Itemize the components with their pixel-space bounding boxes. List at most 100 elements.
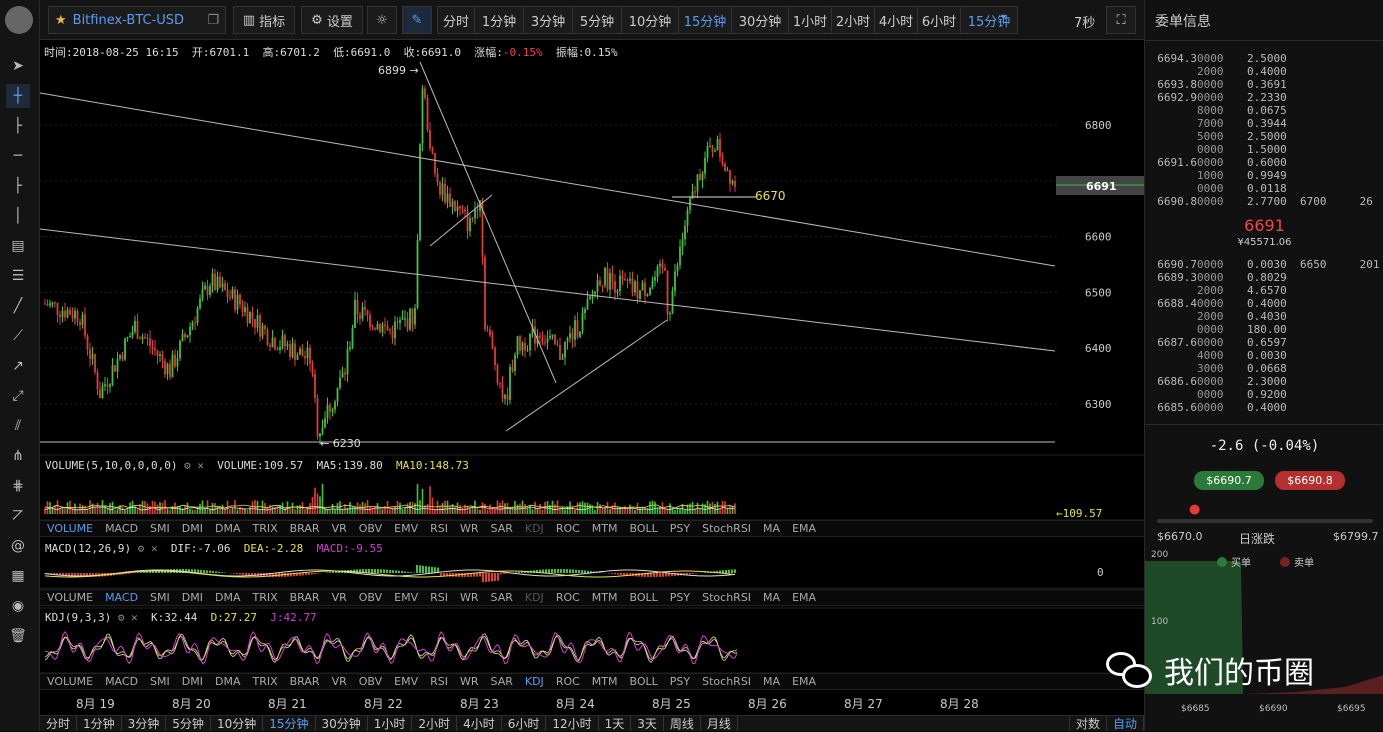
- orderbook-row[interactable]: 0000 180.00: [1155, 323, 1287, 336]
- indicator-tab-trix[interactable]: TRIX: [252, 591, 277, 604]
- orderbook-row[interactable]: 6692.90000 2.2330: [1155, 91, 1287, 104]
- orderbook-row[interactable]: 6694.30000 2.5000: [1155, 52, 1287, 65]
- orderbook-row[interactable]: 0000 1.5000: [1155, 143, 1287, 156]
- indicator-tab-trix[interactable]: TRIX: [252, 522, 277, 535]
- trash-icon[interactable]: 🗑: [6, 624, 30, 648]
- indicator-tab-brar[interactable]: BRAR: [290, 675, 320, 688]
- price-tool-icon[interactable]: ▤: [6, 234, 30, 258]
- orderbook-row[interactable]: 7000 0.3944: [1155, 117, 1287, 130]
- orderbook-row[interactable]: 6686.60000 2.3000: [1155, 375, 1287, 388]
- period-4[interactable]: 10分钟: [621, 6, 679, 34]
- indicator-button[interactable]: ▥ 指标: [233, 6, 295, 34]
- period-2[interactable]: 3分钟: [523, 6, 573, 34]
- indicator-tab-smi[interactable]: SMI: [150, 591, 170, 604]
- fan-icon[interactable]: ⦢: [6, 504, 30, 528]
- pitchfork-icon[interactable]: ⋔: [6, 444, 30, 468]
- pair-selector[interactable]: ★ Bitfinex-BTC-USD ❐: [48, 6, 226, 34]
- indicator-tab-trix[interactable]: TRIX: [252, 675, 277, 688]
- period-0[interactable]: 分时: [437, 6, 475, 34]
- bottom-period-15[interactable]: 月线: [701, 716, 738, 731]
- period-7[interactable]: 1小时: [788, 6, 832, 34]
- indicator-tab-mtm[interactable]: MTM: [592, 675, 618, 688]
- orderbook-row[interactable]: 6688.40000 0.4000: [1155, 297, 1287, 310]
- segment-icon[interactable]: ⟋: [6, 324, 30, 348]
- macd-settings-icon[interactable]: ⚙: [138, 542, 145, 555]
- indicator-tab-psy[interactable]: PSY: [670, 675, 690, 688]
- indicator-tab-psy[interactable]: PSY: [670, 591, 690, 604]
- bottom-period-13[interactable]: 3天: [631, 716, 664, 731]
- bottom-period-4[interactable]: 10分钟: [211, 716, 264, 731]
- vline-tool-icon[interactable]: │: [6, 204, 30, 228]
- period-11[interactable]: 15分钟: [960, 6, 1018, 34]
- indicator-tab-boll[interactable]: BOLL: [630, 522, 658, 535]
- indicator-tab-obv[interactable]: OBV: [359, 522, 382, 535]
- indicator-tab-volume[interactable]: VOLUME: [47, 522, 93, 535]
- indicator-tab-rsi[interactable]: RSI: [430, 591, 448, 604]
- volume-close-icon[interactable]: ✕: [197, 459, 204, 472]
- indicator-tab-vr[interactable]: VR: [332, 675, 347, 688]
- gann-icon[interactable]: ⋕: [6, 474, 30, 498]
- orderbook-row[interactable]: 6691.60000 0.6000: [1155, 156, 1287, 169]
- bottom-period-8[interactable]: 2小时: [412, 716, 458, 731]
- orderbook-row[interactable]: 6687.60000 0.6597: [1155, 336, 1287, 349]
- channel-icon[interactable]: ⫽: [6, 414, 30, 438]
- indicator-tab-emv[interactable]: EMV: [394, 591, 418, 604]
- hray-tool-icon[interactable]: ├: [6, 174, 30, 198]
- orderbook-row[interactable]: 6689.30000 0.8029: [1155, 271, 1287, 284]
- indicator-tab-sar[interactable]: SAR: [491, 522, 513, 535]
- indicator-tab-stochrsi[interactable]: StochRSI: [702, 591, 751, 604]
- bottom-period-1[interactable]: 1分钟: [77, 716, 122, 731]
- indicator-tab-ema[interactable]: EMA: [792, 522, 816, 535]
- period-8[interactable]: 2小时: [831, 6, 875, 34]
- buy-price-button[interactable]: $6690.7: [1194, 471, 1264, 490]
- bottom-period-12[interactable]: 1天: [599, 716, 632, 731]
- kdj-close-icon[interactable]: ✕: [131, 611, 138, 624]
- indicator-tab-mtm[interactable]: MTM: [592, 522, 618, 535]
- theme-button[interactable]: ☼: [367, 6, 397, 34]
- ray-tool-icon[interactable]: ├: [6, 114, 30, 138]
- bottom-period-9[interactable]: 4小时: [457, 716, 502, 731]
- orderbook-row[interactable]: 0000 0.9200: [1155, 388, 1287, 401]
- indicator-tab-ma[interactable]: MA: [763, 522, 780, 535]
- orderbook-row[interactable]: 6690.80000 2.7700: [1155, 195, 1287, 208]
- arrow-line-icon[interactable]: ↗: [6, 354, 30, 378]
- indicator-tab-ma[interactable]: MA: [763, 675, 780, 688]
- indicator-tab-ma[interactable]: MA: [763, 591, 780, 604]
- draw-button[interactable]: ✎: [402, 6, 432, 34]
- indicator-tab-obv[interactable]: OBV: [359, 675, 382, 688]
- bottom-period-14[interactable]: 周线: [664, 716, 701, 731]
- bottom-period-2[interactable]: 3分钟: [122, 716, 167, 731]
- settings-button[interactable]: ⚙ 设置: [301, 6, 363, 34]
- indicator-tab-volume[interactable]: VOLUME: [47, 591, 93, 604]
- indicator-tab-roc[interactable]: ROC: [556, 675, 580, 688]
- bottom-period-5[interactable]: 15分钟: [263, 716, 316, 731]
- period-3[interactable]: 5分钟: [572, 6, 622, 34]
- trendline-icon[interactable]: ╱: [6, 294, 30, 318]
- indicator-tab-wr[interactable]: WR: [460, 591, 479, 604]
- macd-close-icon[interactable]: ✕: [151, 542, 158, 555]
- indicator-tab-dma[interactable]: DMA: [215, 591, 241, 604]
- indicator-tab-wr[interactable]: WR: [460, 675, 479, 688]
- indicator-tab-emv[interactable]: EMV: [394, 675, 418, 688]
- volume-settings-icon[interactable]: ⚙: [184, 459, 191, 472]
- indicator-tab-psy[interactable]: PSY: [670, 522, 690, 535]
- pointer-icon[interactable]: ➤: [6, 54, 30, 78]
- indicator-tab-brar[interactable]: BRAR: [290, 591, 320, 604]
- auto-toggle[interactable]: 自动: [1107, 716, 1144, 731]
- indicator-tab-macd[interactable]: MACD: [105, 675, 138, 688]
- indicator-tab-dmi[interactable]: DMI: [182, 522, 203, 535]
- indicator-tab-smi[interactable]: SMI: [150, 675, 170, 688]
- parallel-tool-icon[interactable]: ☰: [6, 264, 30, 288]
- crosshair-icon[interactable]: ┼: [6, 84, 30, 108]
- orderbook-row[interactable]: 2000 0.4030: [1155, 310, 1287, 323]
- indicator-tab-mtm[interactable]: MTM: [592, 591, 618, 604]
- indicator-tab-sar[interactable]: SAR: [491, 675, 513, 688]
- indicator-tab-rsi[interactable]: RSI: [430, 522, 448, 535]
- indicator-tab-macd[interactable]: MACD: [105, 591, 138, 604]
- orderbook-row[interactable]: 6693.80000 0.3691: [1155, 78, 1287, 91]
- bottom-period-6[interactable]: 30分钟: [316, 716, 368, 731]
- orderbook-row[interactable]: 2000 0.4000: [1155, 65, 1287, 78]
- indicator-tab-vr[interactable]: VR: [332, 522, 347, 535]
- hline-tool-icon[interactable]: ─: [6, 144, 30, 168]
- orderbook-row[interactable]: 6690.70000 0.0030: [1155, 258, 1287, 271]
